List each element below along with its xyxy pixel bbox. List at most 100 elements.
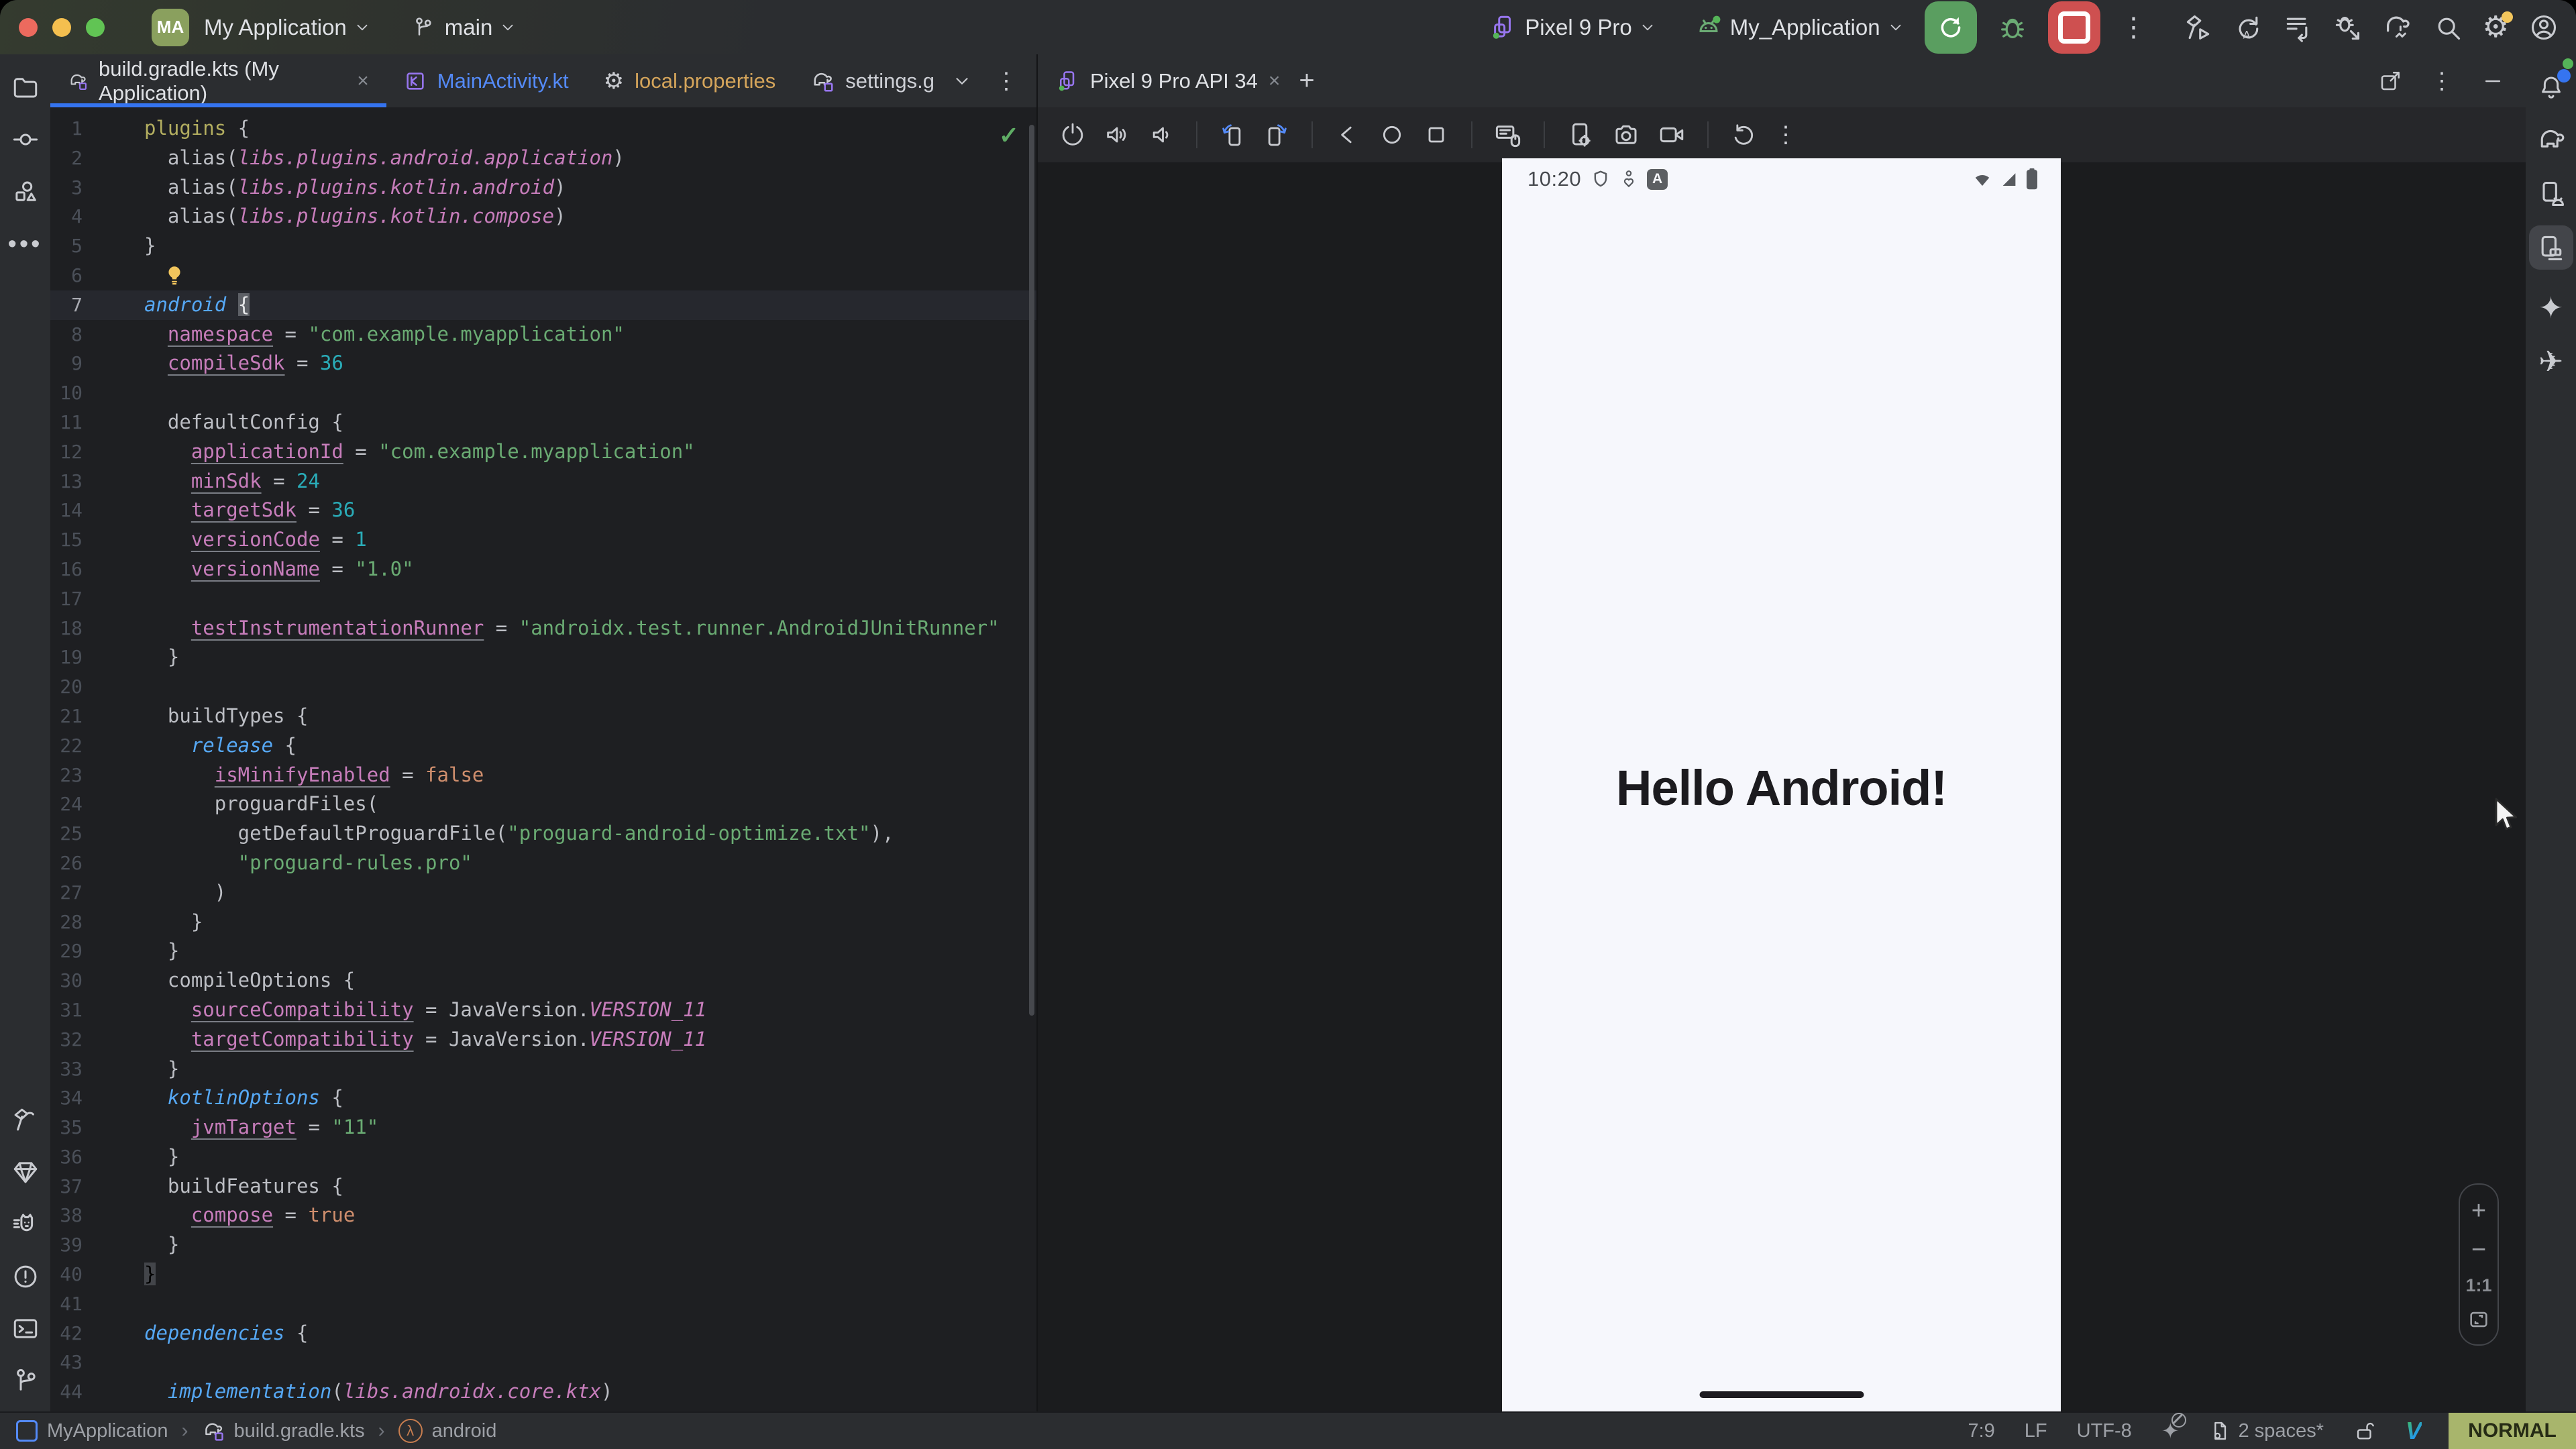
code-line[interactable]: 33 } — [50, 1055, 1036, 1084]
account-button[interactable] — [2529, 13, 2559, 42]
code-line[interactable]: 40} — [50, 1260, 1036, 1289]
hide-pane-icon[interactable] — [2481, 70, 2504, 93]
settings-button[interactable]: ⚙ — [2483, 13, 2509, 42]
code-line[interactable]: 16 versionName = "1.0" — [50, 555, 1036, 584]
emulator-more-kebab-icon[interactable]: ⋮ — [1774, 123, 1797, 146]
close-tab-icon[interactable]: × — [1269, 70, 1281, 93]
tab-mainactivity-kt[interactable]: MainActivity.kt — [386, 54, 586, 107]
open-in-window-icon[interactable] — [2378, 69, 2402, 93]
device-selector[interactable]: Pixel 9 Pro — [1489, 13, 1656, 42]
encoding-widget[interactable]: UTF-8 — [2077, 1420, 2132, 1442]
code-line[interactable]: 44 implementation(libs.androidx.core.ktx… — [50, 1377, 1036, 1407]
code-line[interactable]: 7android { — [50, 290, 1036, 320]
run-configuration-selector[interactable]: My_Application — [1694, 13, 1904, 42]
code-line[interactable]: 1plugins { — [50, 114, 1036, 144]
zoom-in-button[interactable]: + — [2471, 1198, 2486, 1224]
code-line[interactable]: 24 proguardFiles( — [50, 790, 1036, 819]
code-line[interactable]: 22 release { — [50, 731, 1036, 761]
line-separator-widget[interactable]: LF — [2025, 1420, 2047, 1442]
tool-problems-button[interactable] — [11, 1263, 40, 1291]
new-device-tab-button[interactable]: + — [1299, 66, 1314, 96]
unlocked-icon[interactable] — [2353, 1419, 2376, 1442]
code-line[interactable]: 21 buildTypes { — [50, 702, 1036, 731]
code-line[interactable]: 29 } — [50, 936, 1036, 966]
code-line[interactable]: 5} — [50, 231, 1036, 261]
gradle-sync-button[interactable] — [2382, 12, 2413, 43]
branch-selector[interactable]: main — [411, 15, 517, 40]
hardware-input-icon[interactable] — [1494, 121, 1522, 149]
inspection-ok-check-icon[interactable]: ✓ — [999, 121, 1019, 150]
tab-pixel-9-pro-api-34[interactable]: Pixel 9 Pro API 34 × — [1038, 69, 1287, 93]
tool-logcat-button[interactable] — [11, 1210, 40, 1238]
ai-assistant-status-button[interactable]: ✦ — [2161, 1418, 2180, 1444]
volume-down-icon[interactable] — [1148, 121, 1175, 148]
more-tools-button[interactable]: ••• — [8, 230, 43, 259]
snapshot-reset-icon[interactable] — [1730, 121, 1757, 148]
code-line[interactable]: 19 } — [50, 643, 1036, 672]
code-line[interactable]: 30 compileOptions { — [50, 966, 1036, 996]
code-line[interactable]: 4 alias(libs.plugins.kotlin.compose) — [50, 202, 1036, 231]
code-line[interactable]: 26 "proguard-rules.pro" — [50, 849, 1036, 878]
tool-device-manager-button[interactable] — [2536, 179, 2566, 209]
home-icon[interactable] — [1379, 121, 1405, 148]
notifications-button[interactable] — [2537, 73, 2565, 101]
project-avatar[interactable]: MA — [152, 9, 189, 46]
tab-options-kebab-icon[interactable]: ⋮ — [995, 70, 1018, 93]
code-line[interactable]: 18 testInstrumentationRunner = "androidx… — [50, 614, 1036, 643]
breadcrumb-file[interactable]: build.gradle.kts — [234, 1420, 365, 1442]
code-line[interactable]: 20 — [50, 672, 1036, 702]
code-line[interactable]: 9 compileSdk = 36 — [50, 349, 1036, 378]
code-line[interactable]: 15 versionCode = 1 — [50, 525, 1036, 555]
code-line[interactable]: 38 compose = true — [50, 1201, 1036, 1230]
tool-build-button[interactable] — [11, 1106, 40, 1134]
power-icon[interactable] — [1059, 121, 1086, 148]
apply-code-changes-button[interactable] — [2283, 13, 2312, 42]
code-line[interactable]: 35 jvmTarget = "11" — [50, 1113, 1036, 1142]
breadcrumb-element[interactable]: android — [432, 1420, 497, 1442]
tab-list-chevron-icon[interactable] — [952, 71, 972, 91]
device-settings-icon[interactable] — [1566, 121, 1595, 149]
ideavim-icon[interactable]: V — [2406, 1417, 2422, 1445]
project-selector[interactable]: My Application — [189, 15, 371, 40]
overview-icon[interactable] — [1423, 121, 1450, 148]
tool-app-inspection-button[interactable] — [11, 1158, 40, 1186]
tool-gemini-button[interactable]: ✦ — [2538, 294, 2563, 323]
code-line[interactable]: 34 kotlinOptions { — [50, 1083, 1036, 1113]
code-line[interactable]: 17 — [50, 584, 1036, 614]
code-line[interactable]: 32 targetCompatibility = JavaVersion.VER… — [50, 1025, 1036, 1055]
stop-button[interactable] — [2048, 1, 2100, 54]
zoom-out-button[interactable]: − — [2471, 1237, 2486, 1263]
zoom-1to1-button[interactable]: 1:1 — [2465, 1277, 2491, 1295]
zoom-fit-button[interactable] — [2467, 1308, 2490, 1331]
tool-terminal-button[interactable] — [11, 1315, 40, 1343]
device-navigation-pill[interactable] — [1699, 1391, 1864, 1398]
vim-mode-badge[interactable]: NORMAL — [2449, 1413, 2576, 1449]
tool-gradle-button[interactable] — [2536, 125, 2566, 155]
tab-local-properties[interactable]: ⚙ local.properties — [586, 54, 794, 107]
back-icon[interactable] — [1334, 121, 1361, 148]
volume-up-icon[interactable] — [1104, 121, 1130, 148]
breadcrumb-project[interactable]: MyApplication — [47, 1420, 168, 1442]
code-line[interactable]: 23 isMinifyEnabled = false — [50, 761, 1036, 790]
tool-resource-manager-button[interactable] — [11, 178, 40, 206]
more-run-options-kebab[interactable]: ⋮ — [2121, 14, 2147, 41]
screenshot-icon[interactable] — [1612, 121, 1640, 149]
code-line[interactable]: 37 buildFeatures { — [50, 1172, 1036, 1201]
tab-build-gradle-kts[interactable]: build.gradle.kts (My Application) × — [50, 54, 386, 107]
tool-running-devices-button[interactable] — [2529, 225, 2573, 270]
emulator-device-screen[interactable]: 10:20 A Hello Android! — [1502, 158, 2061, 1411]
rerun-button[interactable] — [1925, 1, 1977, 54]
tool-app-insights-button[interactable]: ✈ — [2538, 347, 2563, 377]
code-line[interactable]: 10 — [50, 378, 1036, 408]
code-line[interactable]: 2 alias(libs.plugins.android.application… — [50, 144, 1036, 173]
code-line[interactable]: 41 — [50, 1289, 1036, 1319]
code-line[interactable]: 31 sourceCompatibility = JavaVersion.VER… — [50, 996, 1036, 1025]
rotate-left-icon[interactable] — [1219, 121, 1246, 148]
tab-settings-gradle[interactable]: settings.g — [793, 54, 952, 107]
apply-changes-restart-button[interactable]: A — [2233, 13, 2263, 42]
build-project-button[interactable] — [2184, 13, 2213, 42]
search-everywhere-button[interactable] — [2433, 13, 2463, 42]
code-line[interactable]: 3 alias(libs.plugins.kotlin.android) — [50, 173, 1036, 203]
code-line[interactable]: 13 minSdk = 24 — [50, 467, 1036, 496]
code-line[interactable]: 11 defaultConfig { — [50, 408, 1036, 437]
